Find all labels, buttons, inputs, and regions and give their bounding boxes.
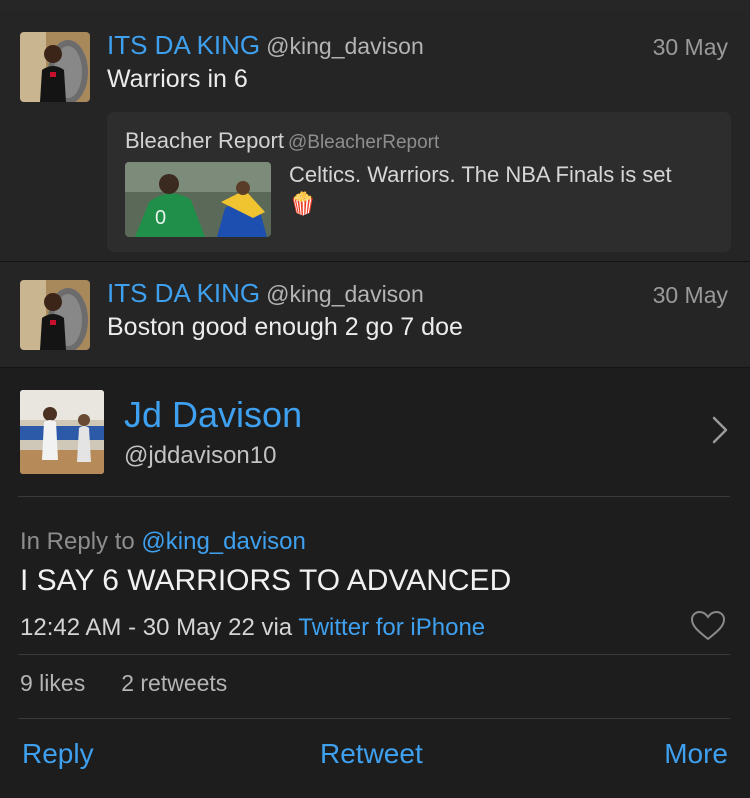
retweets-count[interactable]: 2 retweets [121,670,227,696]
tweet-detail: Jd Davison @jddavison10 In Reply to @kin… [0,368,750,798]
action-bar: Reply Retweet More [0,738,750,778]
profile-name[interactable]: Jd Davison [124,394,302,436]
retweet-button[interactable]: Retweet [320,738,423,770]
svg-text:0: 0 [155,207,166,229]
tweet-date: 30 May [652,34,728,60]
tweet-meta: 12:42 AM - 30 May 22 via Twitter for iPh… [20,614,486,641]
tweet-author[interactable]: ITS DA KING @king_davison [107,278,424,309]
top-strip [0,0,750,12]
reply-to-handle[interactable]: @king_davison [141,528,305,555]
tweet-date: 30 May [652,282,728,308]
quoted-author-handle: @BleacherReport [287,132,440,153]
popcorn-icon: 🍿 [289,191,317,216]
avatar[interactable] [20,32,90,102]
likes-count[interactable]: 9 likes [20,670,85,696]
quoted-media-thumbnail[interactable]: 0 [125,162,271,237]
timeline-tweet[interactable]: ITS DA KING @king_davison 30 May Boston g… [0,262,750,368]
divider [18,718,730,719]
engagement-stats: 9 likes 2 retweets [20,670,227,697]
author-handle[interactable]: @king_davison [266,281,424,307]
heart-outline-icon[interactable] [690,610,726,642]
tweet-text: I SAY 6 WARRIORS TO ADVANCED [20,564,512,597]
author-handle[interactable]: @king_davison [266,33,424,59]
chevron-right-icon[interactable] [712,416,728,444]
tweet-text: Boston good enough 2 go 7 doe [107,313,463,341]
reply-button[interactable]: Reply [22,738,94,770]
quoted-author-name: Bleacher Report [125,128,284,153]
author-name[interactable]: ITS DA KING [107,278,260,308]
quoted-author[interactable]: Bleacher Report @BleacherReport [125,128,439,154]
tweet-text: Warriors in 6 [107,65,248,93]
more-button[interactable]: More [664,738,728,770]
source-link[interactable]: Twitter for iPhone [298,614,485,641]
timeline-tweet[interactable]: ITS DA KING @king_davison 30 May Warriors… [0,12,750,262]
quoted-tweet[interactable]: Bleacher Report @BleacherReport 0 Celtics… [107,112,731,252]
divider [18,496,730,497]
author-name[interactable]: ITS DA KING [107,30,260,60]
quoted-text: Celtics. Warriors. The NBA Finals is set… [289,162,672,216]
profile-handle[interactable]: @jddavison10 [124,442,276,470]
reply-context: In Reply to @king_davison [20,528,306,555]
avatar[interactable] [20,390,104,474]
tweet-author[interactable]: ITS DA KING @king_davison [107,30,424,61]
timestamp: 12:42 AM - 30 May 22 [20,614,255,641]
divider [18,654,730,655]
avatar[interactable] [20,280,90,350]
